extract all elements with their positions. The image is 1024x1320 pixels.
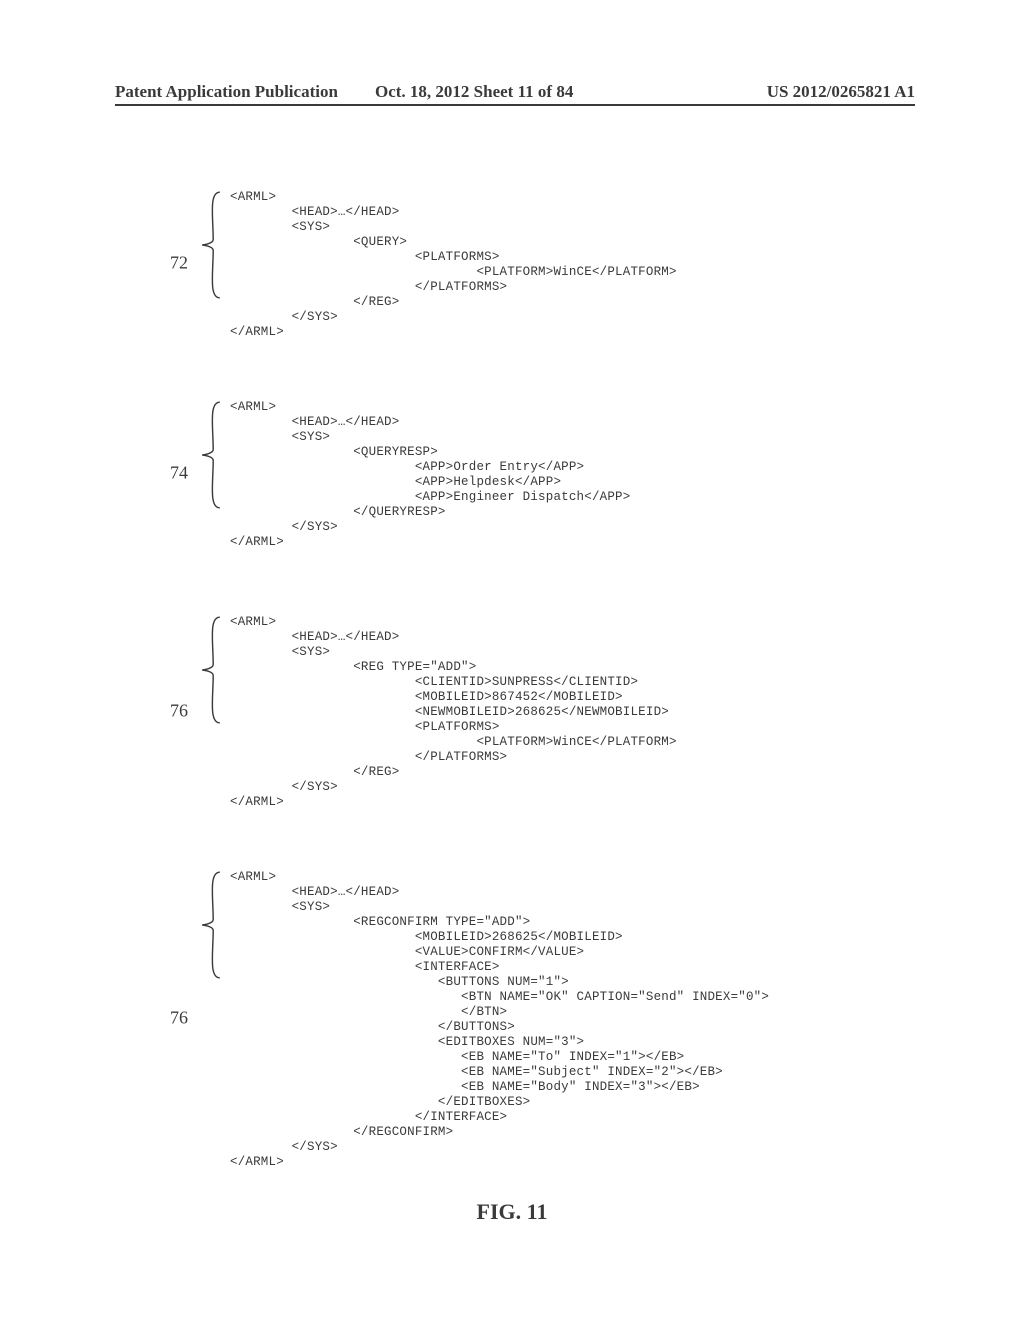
code-block: 76 <ARML> <HEAD>…</HEAD> <SYS> <REGCONFI… bbox=[170, 870, 930, 1170]
block-label: 72 bbox=[170, 252, 188, 273]
header-mid: Oct. 18, 2012 Sheet 11 of 84 bbox=[375, 82, 573, 102]
brace-icon bbox=[200, 400, 222, 510]
code-text: <ARML> <HEAD>…</HEAD> <SYS> <QUERYRESP> … bbox=[230, 400, 630, 550]
brace-icon bbox=[200, 190, 222, 300]
block-label: 76 bbox=[170, 700, 188, 721]
figure-caption: FIG. 11 bbox=[0, 1199, 1024, 1225]
code-block: 74 <ARML> <HEAD>…</HEAD> <SYS> <QUERYRES… bbox=[170, 400, 930, 550]
block-label: 76 bbox=[170, 1007, 188, 1028]
header-left: Patent Application Publication bbox=[115, 82, 338, 102]
code-text: <ARML> <HEAD>…</HEAD> <SYS> <REGCONFIRM … bbox=[230, 870, 769, 1170]
header-right: US 2012/0265821 A1 bbox=[767, 82, 915, 102]
page: Patent Application Publication Oct. 18, … bbox=[0, 0, 1024, 1320]
brace-icon bbox=[200, 870, 222, 980]
code-block: 76 <ARML> <HEAD>…</HEAD> <SYS> <REG TYPE… bbox=[170, 615, 930, 810]
code-block: 72 <ARML> <HEAD>…</HEAD> <SYS> <QUERY> <… bbox=[170, 190, 930, 340]
code-text: <ARML> <HEAD>…</HEAD> <SYS> <QUERY> <PLA… bbox=[230, 190, 677, 340]
block-label: 74 bbox=[170, 462, 188, 483]
brace-icon bbox=[200, 615, 222, 725]
header-rule bbox=[115, 104, 915, 106]
code-text: <ARML> <HEAD>…</HEAD> <SYS> <REG TYPE="A… bbox=[230, 615, 677, 810]
